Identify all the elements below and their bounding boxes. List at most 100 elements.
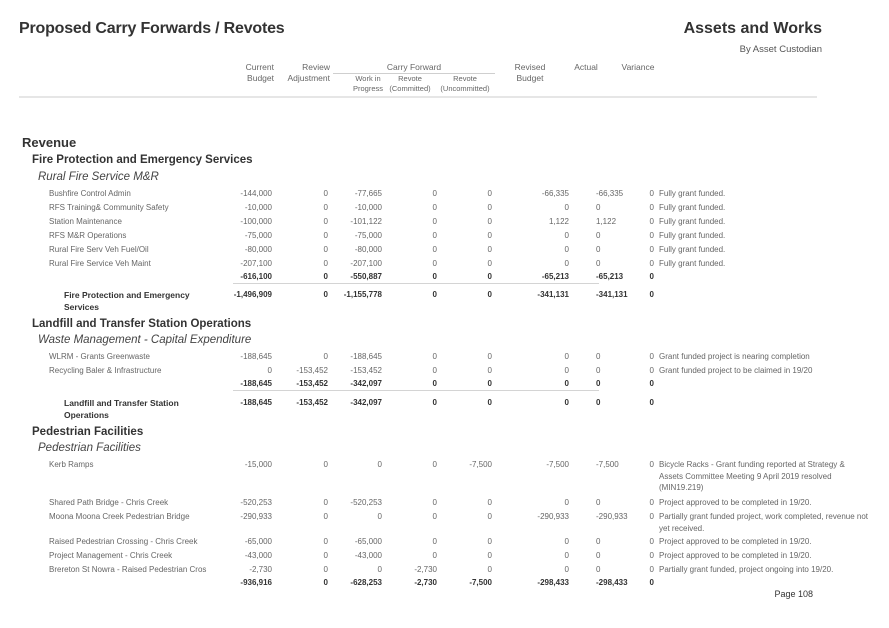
- cell-value: -1,155,778: [343, 290, 382, 299]
- cell-value: -43,000: [244, 551, 272, 560]
- table-row: Recycling Baler & Infrastructure 0 -153,45…: [0, 364, 889, 377]
- cell-value: 0: [432, 460, 437, 469]
- cell-value: 0: [649, 460, 654, 469]
- cell-value: -290,933: [537, 512, 569, 521]
- cell-value: 0: [323, 217, 328, 226]
- group-total-label: Landfill and Transfer Station Operations: [64, 398, 179, 420]
- cell-value: 0: [432, 290, 437, 299]
- cell-value: -66,335: [541, 189, 569, 198]
- row-label: RFS Training& Community Safety: [49, 203, 169, 212]
- cell-value: 0: [649, 578, 654, 587]
- cell-value: -15,000: [244, 460, 272, 469]
- cell-value: 0: [432, 217, 437, 226]
- col-actual: Actual: [574, 62, 598, 72]
- subtotal-divider: [233, 390, 599, 391]
- row-comment: Partially grant funded, project ongoing …: [659, 565, 834, 574]
- cell-value: 0: [564, 498, 569, 507]
- cell-value: 0: [649, 272, 654, 281]
- cell-value: -628,253: [350, 578, 382, 587]
- cell-value: 0: [487, 379, 492, 388]
- cell-value: 0: [432, 498, 437, 507]
- cell-value: 0: [564, 565, 569, 574]
- col-variance: Variance: [621, 62, 655, 72]
- cell-value: -342,097: [350, 379, 382, 388]
- row-label: Moona Moona Creek Pedestrian Bridge: [49, 512, 190, 521]
- cell-value: 0: [487, 498, 492, 507]
- cell-value: -80,000: [244, 245, 272, 254]
- table-row: Rural Fire Service Veh Maint -207,100 0 -20…: [0, 257, 889, 270]
- row-label: Project Management - Chris Creek: [49, 551, 173, 560]
- cell-value: -341,131: [537, 290, 569, 299]
- cell-value: 0: [323, 272, 328, 281]
- cell-value: -188,645: [350, 352, 382, 361]
- cell-value: -616,100: [240, 272, 272, 281]
- col-revote-committed: Revote (Committed): [386, 74, 434, 94]
- cell-value: 0: [564, 245, 569, 254]
- subtotal-divider: [233, 283, 599, 284]
- cell-value: 1,122: [548, 217, 569, 226]
- cell-value: 0: [323, 565, 328, 574]
- table-row: Moona Moona Creek Pedestrian Bridge -290,…: [49, 512, 869, 533]
- cell-value: 0: [432, 352, 437, 361]
- cell-value: 0: [487, 551, 492, 560]
- row-comment: Project approved to be completed in 19/2…: [659, 551, 812, 560]
- cell-value: 0: [323, 189, 328, 198]
- cell-value: 0: [649, 398, 654, 407]
- cell-value: 0: [432, 189, 437, 198]
- subgroup-heading: Rural Fire Service M&R: [38, 171, 159, 183]
- table-row: Raised Pedestrian Crossing - Chris Creek…: [0, 535, 889, 548]
- row-label: Raised Pedestrian Crossing - Chris Creek: [49, 537, 198, 546]
- cell-value: -153,452: [350, 366, 382, 375]
- col-committed-line2: (Committed): [389, 84, 431, 93]
- cell-value: 0: [432, 366, 437, 375]
- cell-value: 0: [487, 290, 492, 299]
- table-row: Shared Path Bridge - Chris Creek -520,253…: [0, 496, 889, 509]
- cell-value: 0: [649, 203, 654, 212]
- cell-value: -188,645: [240, 379, 272, 388]
- cell-value: 0: [564, 259, 569, 268]
- cell-value: -936,916: [240, 578, 272, 587]
- cell-value: 0: [323, 460, 328, 469]
- cell-value: 0: [487, 512, 492, 521]
- col-carry-forward-group: Carry Forward: [386, 62, 442, 72]
- group-total-label: Fire Protection and Emergency Services: [64, 290, 190, 312]
- cell-value: 0: [432, 203, 437, 212]
- cell-value: 0: [323, 203, 328, 212]
- row-comment: Partially grant funded project, work com…: [659, 512, 869, 533]
- row-label: Brereton St Nowra - Raised Pedestrian Cr…: [49, 565, 207, 574]
- group-total-row: Fire Protection and Emergency Services -1…: [64, 290, 654, 312]
- group-heading: Pedestrian Facilities: [32, 426, 144, 438]
- col-review-adjustment: Review Adjustment: [280, 62, 330, 84]
- cell-value: -520,253: [240, 498, 272, 507]
- cell-value: -7,500: [546, 460, 569, 469]
- cell-value: -207,100: [350, 259, 382, 268]
- cell-value: -298,433: [537, 578, 569, 587]
- cell-value: -2,730: [249, 565, 272, 574]
- cell-value: -65,000: [354, 537, 382, 546]
- cell-value: 0: [487, 203, 492, 212]
- col-current-budget-line1: Current: [245, 62, 274, 72]
- col-wip-line2: Progress: [352, 84, 383, 93]
- cell-value: -153,452: [296, 366, 328, 375]
- cell-value: -1,496,909: [233, 290, 272, 299]
- cell-value: -7,500: [469, 578, 492, 587]
- cell-value: -75,000: [244, 231, 272, 240]
- cell-value: 0: [564, 551, 569, 560]
- row-label: Kerb Ramps: [49, 460, 94, 469]
- group-total-row: Landfill and Transfer Station Operations…: [64, 398, 654, 420]
- cell-value: -188,645: [240, 352, 272, 361]
- table-row: Bushfire Control Admin -144,000 0 -77,665 0 0…: [0, 187, 889, 200]
- table-row: RFS Training& Community Safety -10,000 0 -1…: [0, 201, 889, 214]
- cell-value: -10,000: [354, 203, 382, 212]
- col-uncommitted-line1: Revote: [453, 74, 477, 83]
- cell-value: 0: [649, 217, 654, 226]
- cell-value: 0: [487, 565, 492, 574]
- header-divider: [19, 96, 817, 98]
- cell-value: -207,100: [240, 259, 272, 268]
- cell-value: -2,730: [414, 578, 437, 587]
- cell-value: 0: [649, 231, 654, 240]
- group-heading: Landfill and Transfer Station Operations: [32, 318, 252, 330]
- cell-value: 0: [487, 245, 492, 254]
- cell-value: 0: [432, 259, 437, 268]
- cell-value: 0: [564, 352, 569, 361]
